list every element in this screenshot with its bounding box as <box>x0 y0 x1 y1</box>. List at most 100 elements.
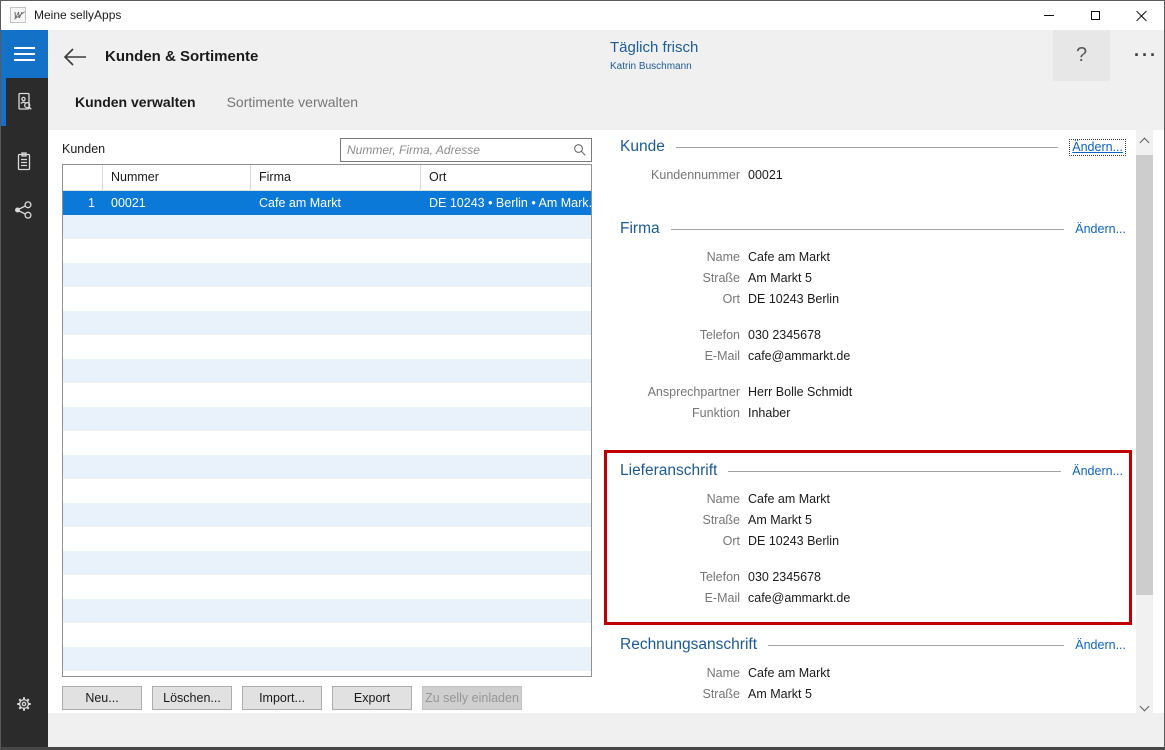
detail-value: 00021 <box>748 166 783 182</box>
table-row-selected[interactable]: 1 00021 Cafe am Markt DE 10243 • Berlin … <box>63 191 591 215</box>
app-icon: w <box>10 7 26 23</box>
table-row-empty[interactable] <box>63 407 591 431</box>
tab-sortimente-verwalten[interactable]: Sortimente verwalten <box>227 94 359 110</box>
table-row-empty[interactable] <box>63 551 591 575</box>
hamburger-menu-button[interactable] <box>0 30 48 78</box>
column-header-index[interactable] <box>63 165 103 190</box>
back-button[interactable] <box>60 45 90 71</box>
table-row-empty[interactable] <box>63 455 591 479</box>
detail-value: cafe@ammarkt.de <box>748 589 850 605</box>
vertical-scrollbar[interactable] <box>1136 130 1153 713</box>
table-row-empty[interactable] <box>63 671 591 677</box>
neu-button[interactable]: Neu... <box>62 686 142 710</box>
detail-value: cafe@ammarkt.de <box>748 347 850 363</box>
loeschen-button[interactable]: Löschen... <box>152 686 232 710</box>
detail-row: Telefon 030 2345678 <box>620 326 1126 347</box>
table-row-empty[interactable] <box>63 623 591 647</box>
section-divider <box>728 471 1061 472</box>
section-divider <box>676 147 1058 148</box>
tab-bar: Kunden verwalten Sortimente verwalten <box>75 94 358 110</box>
detail-value: Am Markt 5 <box>748 269 812 285</box>
section-title-firma: Firma <box>620 220 660 238</box>
scrollbar-down-button[interactable] <box>1136 696 1153 713</box>
table-row-empty[interactable] <box>63 359 591 383</box>
detail-panel: Kunde Ändern... Kundennummer 00021 Firma… <box>620 130 1132 713</box>
sidebar-item-sortimente[interactable] <box>0 138 48 186</box>
detail-row: Funktion Inhaber <box>620 404 1126 425</box>
search-icon <box>573 143 587 157</box>
more-options-button[interactable]: ··· <box>1125 30 1165 81</box>
close-button[interactable] <box>1118 0 1164 30</box>
table-row-empty[interactable] <box>63 287 591 311</box>
sidebar <box>0 30 48 750</box>
footer-strip <box>48 713 1165 750</box>
sidebar-item-vernetzung[interactable] <box>0 186 48 234</box>
section-lieferanschrift-highlighted: Lieferanschrift Ändern... Name Cafe am M… <box>604 450 1132 625</box>
detail-value: Herr Bolle Schmidt <box>748 383 852 399</box>
detail-value: Am Markt 5 <box>748 685 812 701</box>
export-button[interactable]: Export <box>332 686 412 710</box>
detail-value: Cafe am Markt <box>748 248 830 264</box>
detail-row: Kundennummer 00021 <box>620 166 1126 187</box>
app-header: Kunden & Sortimente Täglich frisch Katri… <box>48 30 1165 130</box>
table-row-empty[interactable] <box>63 647 591 671</box>
column-header-ort[interactable]: Ort <box>421 165 591 190</box>
search-box <box>340 138 592 162</box>
settings-button[interactable] <box>0 680 48 728</box>
customer-directory-icon <box>12 90 36 114</box>
cell-nummer: 00021 <box>103 191 251 215</box>
aendern-link-rechnungsanschrift[interactable]: Ändern... <box>1075 638 1126 652</box>
table-row-empty[interactable] <box>63 575 591 599</box>
column-header-nummer[interactable]: Nummer <box>103 165 251 190</box>
column-header-firma[interactable]: Firma <box>251 165 421 190</box>
detail-label: Name <box>620 664 740 680</box>
detail-label: Straße <box>620 511 740 527</box>
table-row-empty[interactable] <box>63 431 591 455</box>
detail-value: Am Markt 5 <box>748 511 812 527</box>
detail-label: Ort <box>620 290 740 306</box>
scrollbar-thumb[interactable] <box>1136 155 1153 595</box>
cell-index: 1 <box>63 191 103 215</box>
maximize-button[interactable] <box>1072 0 1118 30</box>
sidebar-item-kunden[interactable] <box>0 78 48 126</box>
window-title: Meine sellyApps <box>34 8 121 22</box>
content-area: Kunden Nummer Firma Ort 1 00021 Cafe am … <box>48 130 1164 713</box>
account-user: Katrin Buschmann <box>610 61 698 72</box>
table-row-empty[interactable] <box>63 479 591 503</box>
detail-label: Name <box>620 490 740 506</box>
aendern-link-firma[interactable]: Ändern... <box>1075 222 1126 236</box>
detail-label: Funktion <box>620 404 740 420</box>
tab-kunden-verwalten[interactable]: Kunden verwalten <box>75 94 196 110</box>
minimize-button[interactable] <box>1026 0 1072 30</box>
table-row-empty[interactable] <box>63 527 591 551</box>
detail-label: Telefon <box>620 568 740 584</box>
table-row-empty[interactable] <box>63 383 591 407</box>
detail-row: Ort DE 10243 Berlin <box>620 532 1123 553</box>
aendern-link-kunde[interactable]: Ändern... <box>1069 139 1126 156</box>
section-firma: Firma Ändern... Name Cafe am Markt Straß… <box>620 216 1126 425</box>
scrollbar-up-button[interactable] <box>1136 130 1153 147</box>
detail-value: Cafe am Markt <box>748 664 830 680</box>
table-row-empty[interactable] <box>63 335 591 359</box>
aendern-link-lieferanschrift[interactable]: Ändern... <box>1072 464 1123 478</box>
search-input[interactable] <box>340 138 592 162</box>
help-button[interactable]: ? <box>1053 30 1110 81</box>
table-row-empty[interactable] <box>63 215 591 239</box>
table-row-empty[interactable] <box>63 239 591 263</box>
table-row-empty[interactable] <box>63 263 591 287</box>
detail-row: Name Cafe am Markt <box>620 490 1123 511</box>
gear-icon <box>12 692 36 716</box>
section-kunde: Kunde Ändern... Kundennummer 00021 <box>620 134 1126 187</box>
back-arrow-icon <box>62 46 88 68</box>
zu-selly-einladen-button[interactable]: Zu selly einladen <box>422 686 522 710</box>
detail-row: Ort DE 10243 Berlin <box>620 290 1126 311</box>
import-button[interactable]: Import... <box>242 686 322 710</box>
detail-value: 030 2345678 <box>748 568 821 584</box>
detail-row: Name Cafe am Markt <box>620 664 1126 685</box>
table-row-empty[interactable] <box>63 599 591 623</box>
page-title: Kunden & Sortimente <box>105 48 258 65</box>
detail-value: DE 10243 Berlin <box>748 532 839 548</box>
detail-label: Straße <box>620 685 740 701</box>
table-row-empty[interactable] <box>63 503 591 527</box>
table-row-empty[interactable] <box>63 311 591 335</box>
